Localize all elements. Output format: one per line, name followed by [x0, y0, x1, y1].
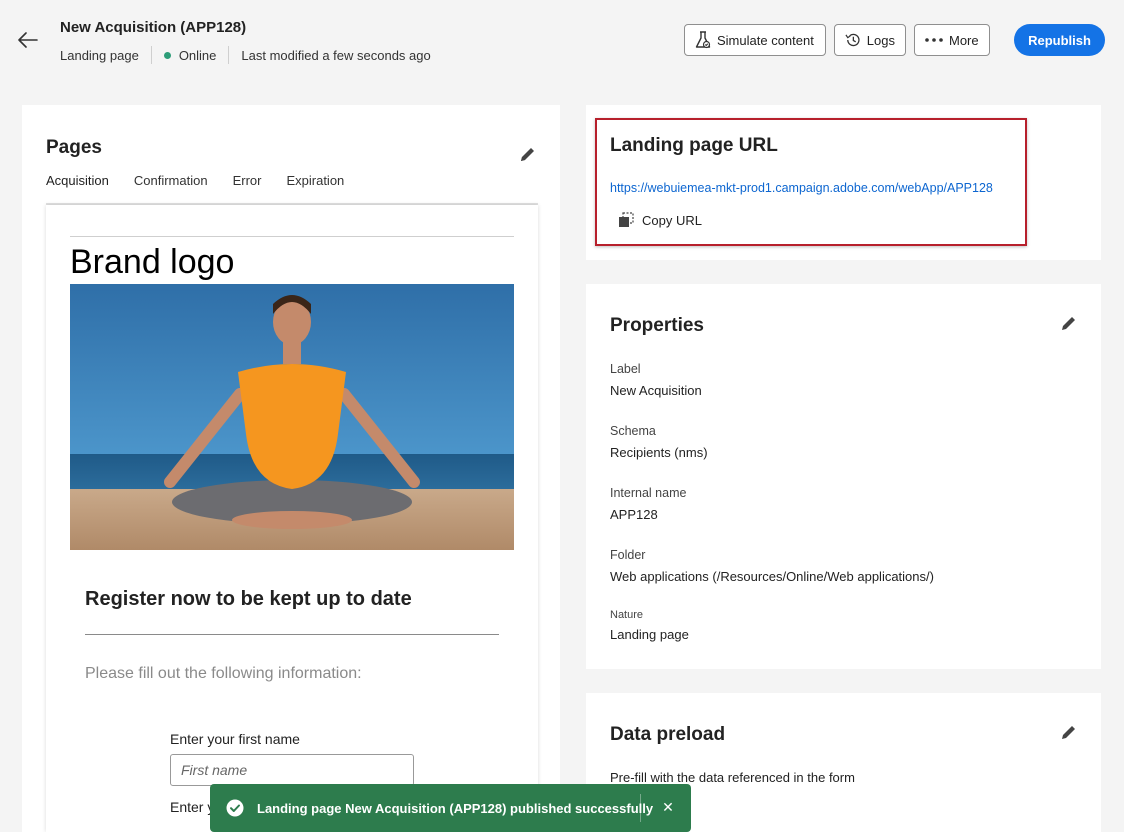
page-preview: Brand logo Register now to be kept up to… — [46, 205, 538, 832]
schema-field-value: Recipients (nms) — [610, 445, 708, 460]
divider — [70, 236, 514, 237]
register-title: Register now to be kept up to date — [85, 588, 412, 610]
last-name-label: Enter y — [170, 799, 215, 815]
back-button[interactable] — [14, 28, 42, 52]
tab-error[interactable]: Error — [233, 173, 262, 205]
url-title: Landing page URL — [610, 135, 778, 156]
divider — [85, 634, 499, 635]
logs-button[interactable]: Logs — [834, 24, 906, 56]
more-icon — [925, 38, 943, 42]
nature-value: Landing page — [610, 627, 689, 642]
brand-logo: Brand logo — [70, 243, 235, 281]
divider — [228, 46, 230, 64]
edit-pages-icon[interactable] — [519, 146, 536, 168]
toast-message: Landing page New Acquisition (APP128) pu… — [257, 800, 654, 816]
copy-icon — [619, 212, 634, 227]
properties-panel: Properties Label New Acquisition Schema … — [586, 284, 1101, 669]
schema-field-label: Schema — [610, 424, 656, 438]
last-modified: Last modified a few seconds ago — [241, 47, 431, 63]
check-circle-icon — [226, 799, 244, 817]
landing-page-url-link[interactable]: https://webuiemea-mkt-prod1.campaign.ado… — [610, 181, 993, 195]
history-icon — [845, 33, 860, 47]
republish-button[interactable]: Republish — [1014, 24, 1105, 56]
copy-url-label: Copy URL — [642, 212, 702, 228]
pages-panel: Pages Acquisition Confirmation Error Exp… — [22, 105, 560, 832]
folder-value: Web applications (/Resources/Online/Web … — [610, 569, 934, 584]
simulate-content-label: Simulate content — [717, 32, 814, 48]
landing-page-url-panel: Landing page URL https://webuiemea-mkt-p… — [586, 105, 1101, 260]
label-field-value: New Acquisition — [610, 383, 702, 398]
label-field-label: Label — [610, 362, 641, 376]
pages-title: Pages — [46, 137, 102, 158]
fill-instructions: Please fill out the following informatio… — [85, 665, 362, 682]
status-dot — [163, 51, 171, 59]
copy-url-button[interactable]: Copy URL — [618, 212, 702, 228]
page-type: Landing page — [60, 47, 139, 63]
internal-name-label: Internal name — [610, 486, 687, 500]
tab-expiration[interactable]: Expiration — [286, 173, 344, 205]
edit-properties-icon[interactable] — [1060, 315, 1077, 337]
divider — [150, 46, 152, 64]
page-meta: Landing page Online Last modified a few … — [60, 46, 431, 64]
edit-preload-icon[interactable] — [1060, 724, 1077, 746]
arrow-left-icon — [18, 32, 38, 48]
page-title: New Acquisition (APP128) — [60, 19, 247, 36]
internal-name-value: APP128 — [610, 507, 658, 522]
pages-tabs: Acquisition Confirmation Error Expiratio… — [46, 173, 538, 207]
first-name-input[interactable]: First name — [170, 754, 414, 786]
close-icon[interactable]: ✕ — [659, 798, 677, 816]
tab-acquisition[interactable]: Acquisition — [46, 173, 109, 207]
nature-label: Nature — [610, 609, 644, 621]
folder-label: Folder — [610, 548, 646, 562]
divider — [640, 794, 641, 822]
first-name-label: Enter your first name — [170, 731, 300, 747]
page-header: New Acquisition (APP128) Landing page On… — [0, 0, 1124, 84]
logs-label: Logs — [866, 32, 895, 48]
flask-icon — [695, 31, 711, 49]
simulate-content-button[interactable]: Simulate content — [684, 24, 826, 56]
hero-image — [70, 284, 514, 550]
success-toast: Landing page New Acquisition (APP128) pu… — [210, 784, 691, 832]
data-preload-title: Data preload — [610, 724, 726, 745]
data-preload-text: Pre-fill with the data referenced in the… — [610, 770, 855, 785]
tab-confirmation[interactable]: Confirmation — [134, 173, 208, 205]
status-text: Online — [178, 47, 217, 63]
more-label: More — [949, 32, 979, 48]
properties-title: Properties — [610, 315, 704, 336]
more-button[interactable]: More — [914, 24, 990, 56]
